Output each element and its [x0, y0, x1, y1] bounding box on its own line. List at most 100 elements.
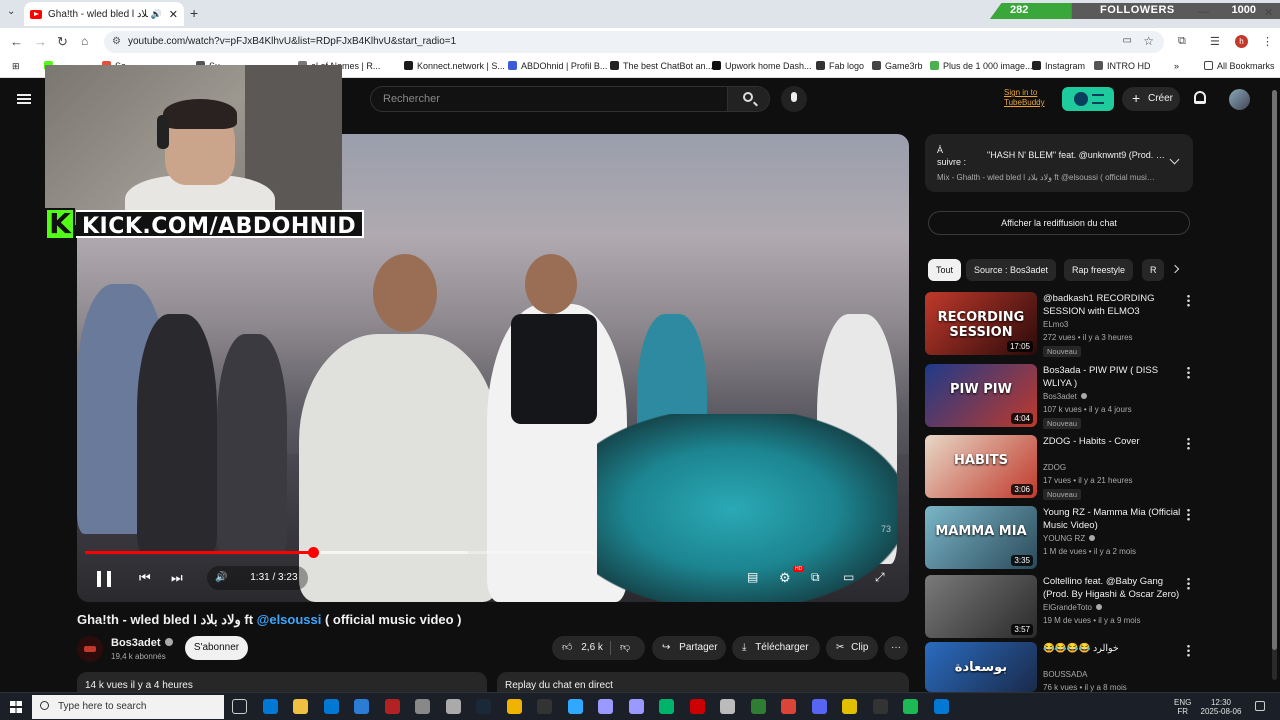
more-options-icon[interactable] — [1187, 366, 1190, 379]
language-indicator[interactable]: ENG FR — [1174, 698, 1191, 716]
taskbar-app-icon[interactable] — [293, 699, 308, 714]
guide-menu-icon[interactable] — [17, 94, 31, 104]
taskbar-app-icon[interactable] — [476, 699, 491, 714]
more-actions-button[interactable]: ··· — [884, 636, 908, 660]
taskbar-app-icon[interactable] — [903, 699, 918, 714]
recommendation-channel[interactable]: ELmo3 — [1043, 320, 1068, 329]
taskbar-app-icon[interactable] — [354, 699, 369, 714]
subscribe-button[interactable]: S'abonner — [185, 636, 248, 660]
fullscreen-icon[interactable]: ⤢ — [875, 570, 885, 588]
taskbar-app-icon[interactable] — [445, 699, 461, 714]
bookmark-item[interactable]: Instagram — [1032, 61, 1085, 71]
recommendation-item[interactable]: PIW PIW 4:04 Bos3ada - PIW PIW ( DISS WLIY… — [925, 364, 1205, 429]
settings-gear-icon[interactable]: ⚙ — [779, 570, 791, 588]
video-thumbnail[interactable]: PIW PIW 4:04 — [925, 364, 1037, 427]
taskbar-app-icon[interactable] — [781, 699, 796, 714]
address-bar[interactable]: ⚙ youtube.com/watch?v=pFJxB4KlhvU&list=R… — [104, 31, 1164, 53]
taskbar-app-icon[interactable] — [872, 699, 888, 714]
taskbar-app-icon[interactable] — [506, 699, 522, 714]
site-info-icon[interactable]: ⚙ — [112, 36, 121, 47]
windows-start-icon[interactable] — [10, 701, 22, 713]
taskbar-app-icon[interactable] — [750, 699, 766, 714]
recommendation-item[interactable]: RECORDING SESSION 17:05 @badkash1 RECORDIN… — [925, 292, 1205, 357]
extensions-icon[interactable]: ⧉ — [1178, 35, 1186, 48]
miniplayer-icon[interactable]: ⧉ — [811, 570, 820, 588]
recommendation-item[interactable]: 3:57 Coltellino feat. @Baby Gang (Prod. B… — [925, 575, 1205, 639]
download-button[interactable]: ⤓ Télécharger — [732, 636, 820, 660]
profile-avatar[interactable]: h — [1235, 35, 1248, 48]
share-button[interactable]: ↪ Partager — [652, 636, 726, 660]
video-thumbnail[interactable]: MAMMA MIA 3:35 — [925, 506, 1037, 569]
more-options-icon[interactable] — [1187, 437, 1190, 450]
bookmark-item[interactable]: ABDOhnid | Profil B... — [508, 61, 607, 71]
recommendation-title[interactable]: Young RZ - Mamma Mia (Official Music Vid… — [1043, 506, 1183, 532]
search-box[interactable]: Rechercher — [370, 86, 770, 112]
home-icon[interactable]: ⌂ — [81, 34, 88, 48]
recommendation-item[interactable]: MAMMA MIA 3:35 Young RZ - Mamma Mia (Offic… — [925, 506, 1205, 570]
taskbar-app-icon[interactable] — [598, 699, 613, 714]
video-progress-bar[interactable] — [85, 547, 595, 558]
create-button[interactable]: + Créer — [1122, 87, 1180, 111]
bookmark-item[interactable]: Game3rb — [872, 61, 923, 71]
browser-tab-active[interactable]: Gha!th - wled bled l ولاد بلاد 🔊 ✕ — [24, 2, 184, 26]
recommendation-channel[interactable]: BOUSSADA — [1043, 670, 1087, 679]
title-mention-link[interactable]: @elsoussi — [257, 612, 322, 627]
clip-button[interactable]: ✂ Clip — [826, 636, 878, 660]
bookmarks-overflow-icon[interactable]: » — [1174, 61, 1179, 71]
scrollbar-thumb[interactable] — [1272, 90, 1277, 650]
taskbar-app-icon[interactable] — [720, 699, 735, 714]
filter-chip[interactable]: Rap freestyle — [1064, 259, 1134, 281]
taskbar-app-icon[interactable] — [384, 699, 400, 714]
bookmark-item[interactable]: INTRO HD — [1094, 61, 1151, 71]
reload-icon[interactable]: ↻ — [57, 34, 68, 50]
taskbar-app-icon[interactable] — [567, 699, 583, 714]
close-window-button[interactable]: ✕ — [1264, 6, 1273, 19]
channel-avatar[interactable] — [77, 636, 103, 662]
recommendation-title[interactable]: ZDOG - Habits - Cover — [1043, 435, 1183, 448]
chevron-down-icon[interactable] — [1169, 154, 1180, 165]
notifications-bell-icon[interactable] — [1194, 91, 1206, 104]
recommendation-channel[interactable]: Bos3adet — [1043, 392, 1087, 401]
tab-search-icon[interactable]: ⌄ — [7, 6, 15, 17]
theater-mode-icon[interactable]: ▭ — [843, 570, 854, 588]
forward-arrow-icon[interactable]: → — [34, 34, 47, 49]
taskbar-app-icon[interactable] — [659, 699, 674, 714]
taskbar-app-icon[interactable] — [323, 699, 339, 714]
pause-icon[interactable] — [97, 571, 111, 587]
apps-grid-icon[interactable]: ⊞ — [12, 61, 20, 72]
taskbar-app-icon[interactable] — [537, 699, 552, 714]
recommendation-channel[interactable]: ElGrandeToto — [1043, 603, 1102, 612]
reading-list-icon[interactable]: ☰ — [1210, 35, 1220, 48]
tab-close-icon[interactable]: ✕ — [169, 8, 178, 21]
previous-icon[interactable]: ⏮ — [139, 570, 151, 588]
bookmark-item[interactable]: Plus de 1 000 image... — [930, 61, 1033, 71]
bookmark-item[interactable]: The best ChatBot an... — [610, 61, 713, 71]
bookmark-star-icon[interactable]: ☆ — [1143, 34, 1154, 48]
clock[interactable]: 12:30 2025-08-06 — [1196, 698, 1246, 716]
recommendation-title[interactable]: 😂😂😂😂 خوالرد — [1043, 642, 1183, 655]
taskbar-app-icon[interactable] — [933, 699, 949, 714]
channel-name-link[interactable]: Bos3adet — [111, 637, 173, 649]
recommendation-item[interactable]: HABITS 3:06 ZDOG - Habits - Cover ZDOG 17 vu… — [925, 435, 1205, 500]
search-button[interactable] — [727, 87, 769, 111]
back-arrow-icon[interactable]: ← — [10, 34, 23, 49]
like-button[interactable]: 👍︎ 2,6 k — [562, 636, 603, 660]
chevron-right-icon[interactable] — [1170, 264, 1180, 274]
subtitles-icon[interactable]: ▤ — [747, 570, 758, 588]
cast-icon[interactable]: ▭ — [1123, 35, 1132, 46]
taskbar-app-icon[interactable] — [232, 699, 247, 714]
up-next-mix-panel[interactable]: Àsuivre : "HASH N' BLEM" feat. @unknwnt9… — [925, 134, 1193, 192]
tubebuddy-menu-button[interactable] — [1062, 87, 1114, 111]
recommendation-item[interactable]: بوسعادة 😂😂😂😂 خوالرد BOUSSADA 76 k vues • il… — [925, 642, 1205, 692]
bookmark-item[interactable]: Fab logo — [816, 61, 864, 71]
taskbar-search-input[interactable]: Type here to search — [58, 701, 146, 712]
voice-search-mic-icon[interactable] — [781, 86, 807, 112]
taskbar-app-icon[interactable] — [689, 699, 705, 714]
show-chat-replay-button[interactable]: Afficher la rediffusion du chat — [928, 211, 1190, 235]
all-bookmarks-button[interactable]: All Bookmarks — [1204, 61, 1275, 71]
minimize-button[interactable]: — — [1198, 6, 1209, 18]
browser-menu-icon[interactable]: ⋮ — [1262, 35, 1273, 48]
filter-chip[interactable]: R — [1142, 259, 1164, 281]
account-avatar[interactable] — [1229, 89, 1250, 110]
bookmark-item[interactable]: Konnect.network | S... — [404, 61, 505, 71]
